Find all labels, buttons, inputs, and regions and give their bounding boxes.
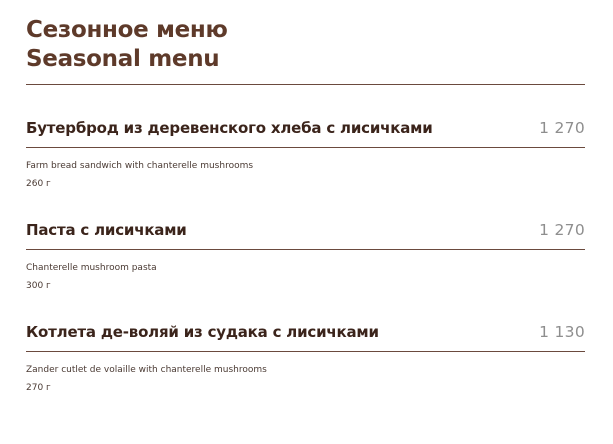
menu-item-description: Farm bread sandwich with chanterelle mus…: [26, 161, 254, 171]
menu-item-description: Zander cutlet de volaille with chanterel…: [26, 365, 267, 375]
menu-items-list: Бутерброд из деревенского хлеба с лисичк…: [26, 119, 585, 394]
menu-item-divider: [26, 147, 585, 148]
menu-item-name: Паста с лисичками: [26, 221, 187, 239]
menu-item-name: Бутерброд из деревенского хлеба с лисичк…: [26, 119, 433, 137]
menu-item[interactable]: Паста с лисичками 1 270 Chanterelle mush…: [26, 221, 585, 292]
menu-item[interactable]: Котлета де-воляй из судака с лисичками 1…: [26, 323, 585, 394]
menu-item-divider: [26, 351, 585, 352]
menu-item-divider: [26, 249, 585, 250]
menu-title: Сезонное меню Seasonal menu: [26, 0, 585, 74]
menu-item-weight: 270 г: [26, 383, 51, 393]
menu-item-description: Chanterelle mushroom pasta: [26, 263, 157, 273]
menu-item-header: Котлета де-воляй из судака с лисичками 1…: [26, 323, 585, 344]
menu-item-price: 1 270: [539, 221, 585, 239]
menu-item-price: 1 270: [539, 119, 585, 137]
menu-item-weight: 260 г: [26, 179, 51, 189]
menu-item-header: Паста с лисичками 1 270: [26, 221, 585, 242]
menu-item[interactable]: Бутерброд из деревенского хлеба с лисичк…: [26, 119, 585, 190]
menu-title-ru: Сезонное меню: [26, 17, 228, 43]
menu-item-price: 1 130: [539, 323, 585, 341]
menu-item-header: Бутерброд из деревенского хлеба с лисичк…: [26, 119, 585, 140]
title-divider: [26, 84, 585, 85]
menu-item-weight: 300 г: [26, 281, 51, 291]
menu-title-en: Seasonal menu: [26, 46, 220, 72]
menu-item-name: Котлета де-воляй из судака с лисичками: [26, 323, 379, 341]
seasonal-menu-page: Сезонное меню Seasonal menu Бутерброд из…: [0, 0, 613, 444]
